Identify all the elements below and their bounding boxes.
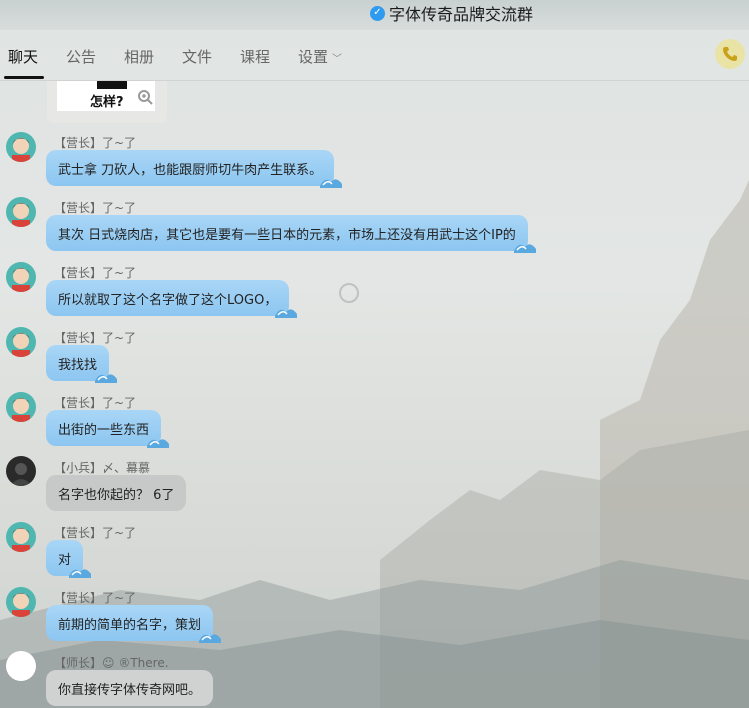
avatar-cartoon-icon	[6, 522, 36, 552]
group-title: 字体传奇品牌交流群	[389, 5, 534, 24]
message-bubble[interactable]: 你直接传字体传奇网吧。	[46, 670, 214, 706]
tab-files[interactable]: 文件	[182, 46, 212, 67]
call-button[interactable]	[715, 39, 745, 69]
sender-name: 【营长】了~了	[54, 201, 137, 215]
zoom-icon[interactable]	[137, 89, 153, 105]
tab-album[interactable]: 相册	[124, 46, 154, 67]
message-text: 你直接传字体传奇网吧。	[58, 682, 202, 698]
wave-decoration-icon	[147, 439, 170, 448]
avatar-cartoon-icon	[6, 262, 36, 292]
sender-name: 【营长】了~了	[54, 331, 137, 345]
message-text: 其次 日式烧肉店，其它也是要有一些日本的元素，市场上还没有用武士这个IP的	[58, 227, 516, 243]
image-caption: 怎样?	[90, 95, 124, 110]
sender-name: 【营长】了~了	[54, 136, 137, 150]
message-list[interactable]: 怎样? 【营长】了~了 武士拿 刀砍人，也能跟厨师切牛肉产生联系。 【营长】了~…	[0, 81, 749, 708]
message-text: 出街的一些东西	[58, 422, 150, 438]
message-bubble[interactable]: 所以就取了这个名字做了这个LOGO，	[46, 280, 298, 318]
avatar[interactable]	[6, 587, 36, 617]
tab-chat[interactable]: 聊天	[8, 46, 38, 67]
tab-settings-label: 设置	[298, 48, 329, 66]
image-graphic	[97, 81, 127, 89]
avatar-cartoon-icon	[6, 392, 36, 422]
message-text: 我找找	[58, 357, 98, 373]
avatar[interactable]	[6, 456, 36, 486]
message-text: 名字也你起的？ 6了	[58, 487, 175, 503]
message-text: 武士拿 刀砍人，也能跟厨师切牛肉产生联系。	[58, 162, 323, 178]
avatar[interactable]	[6, 651, 36, 681]
chevron-down-icon: ﹀	[332, 54, 343, 65]
group-title-wrap: ✓ 字体传奇品牌交流群	[370, 2, 533, 24]
avatar[interactable]	[6, 392, 36, 422]
avatar-dark-icon	[6, 456, 36, 486]
image-message[interactable]: 怎样?	[47, 81, 167, 123]
avatar[interactable]	[6, 262, 36, 292]
message-bubble[interactable]: 前期的简单的名字，策划	[46, 605, 222, 643]
message-text: 前期的简单的名字，策划	[58, 617, 202, 633]
wave-decoration-icon	[320, 179, 343, 188]
message-bubble[interactable]: 其次 日式烧肉店，其它也是要有一些日本的元素，市场上还没有用武士这个IP的	[46, 215, 536, 253]
sender-name: 【小兵】〆、幕慕	[54, 461, 151, 475]
wave-decoration-icon	[513, 244, 536, 253]
wave-decoration-icon	[95, 374, 118, 383]
avatar[interactable]	[6, 522, 36, 552]
avatar-cartoon-icon	[6, 327, 36, 357]
avatar[interactable]	[6, 132, 36, 162]
sender-name: 【营长】了~了	[54, 526, 137, 540]
avatar[interactable]	[6, 197, 36, 227]
wave-decoration-icon	[69, 569, 92, 578]
message-text: 所以就取了这个名字做了这个LOGO，	[58, 292, 278, 308]
wave-decoration-icon	[199, 634, 222, 643]
tab-announcement[interactable]: 公告	[66, 46, 96, 67]
tab-courses[interactable]: 课程	[240, 46, 270, 67]
sender-name: 【营长】了~了	[54, 396, 137, 410]
image-thumbnail[interactable]: 怎样?	[57, 81, 155, 111]
avatar-cartoon-icon	[6, 587, 36, 617]
message-bubble[interactable]: 名字也你起的？ 6了	[46, 475, 187, 511]
tab-settings[interactable]: 设置 ﹀	[298, 46, 342, 67]
avatar-cartoon-icon	[6, 132, 36, 162]
message-bubble[interactable]: 对	[46, 540, 92, 578]
verified-icon: ✓	[370, 5, 385, 21]
message-bubble[interactable]: 武士拿 刀砍人，也能跟厨师切牛肉产生联系。	[46, 150, 343, 188]
wave-decoration-icon	[275, 309, 298, 318]
avatar-cartoon-icon	[6, 197, 36, 227]
message-bubble[interactable]: 出街的一些东西	[46, 410, 170, 448]
avatar[interactable]	[6, 327, 36, 357]
tab-bar: 聊天 公告 相册 文件 课程 设置 ﹀	[0, 30, 749, 81]
sender-name: 【营长】了~了	[54, 591, 137, 605]
sender-name: 【师长】☺ ®There.	[54, 656, 169, 670]
phone-icon	[723, 47, 737, 61]
active-tab-indicator	[4, 76, 44, 79]
title-bar: ✓ 字体传奇品牌交流群	[0, 0, 749, 30]
sender-name: 【营长】了~了	[54, 266, 137, 280]
message-bubble[interactable]: 我找找	[46, 345, 118, 383]
